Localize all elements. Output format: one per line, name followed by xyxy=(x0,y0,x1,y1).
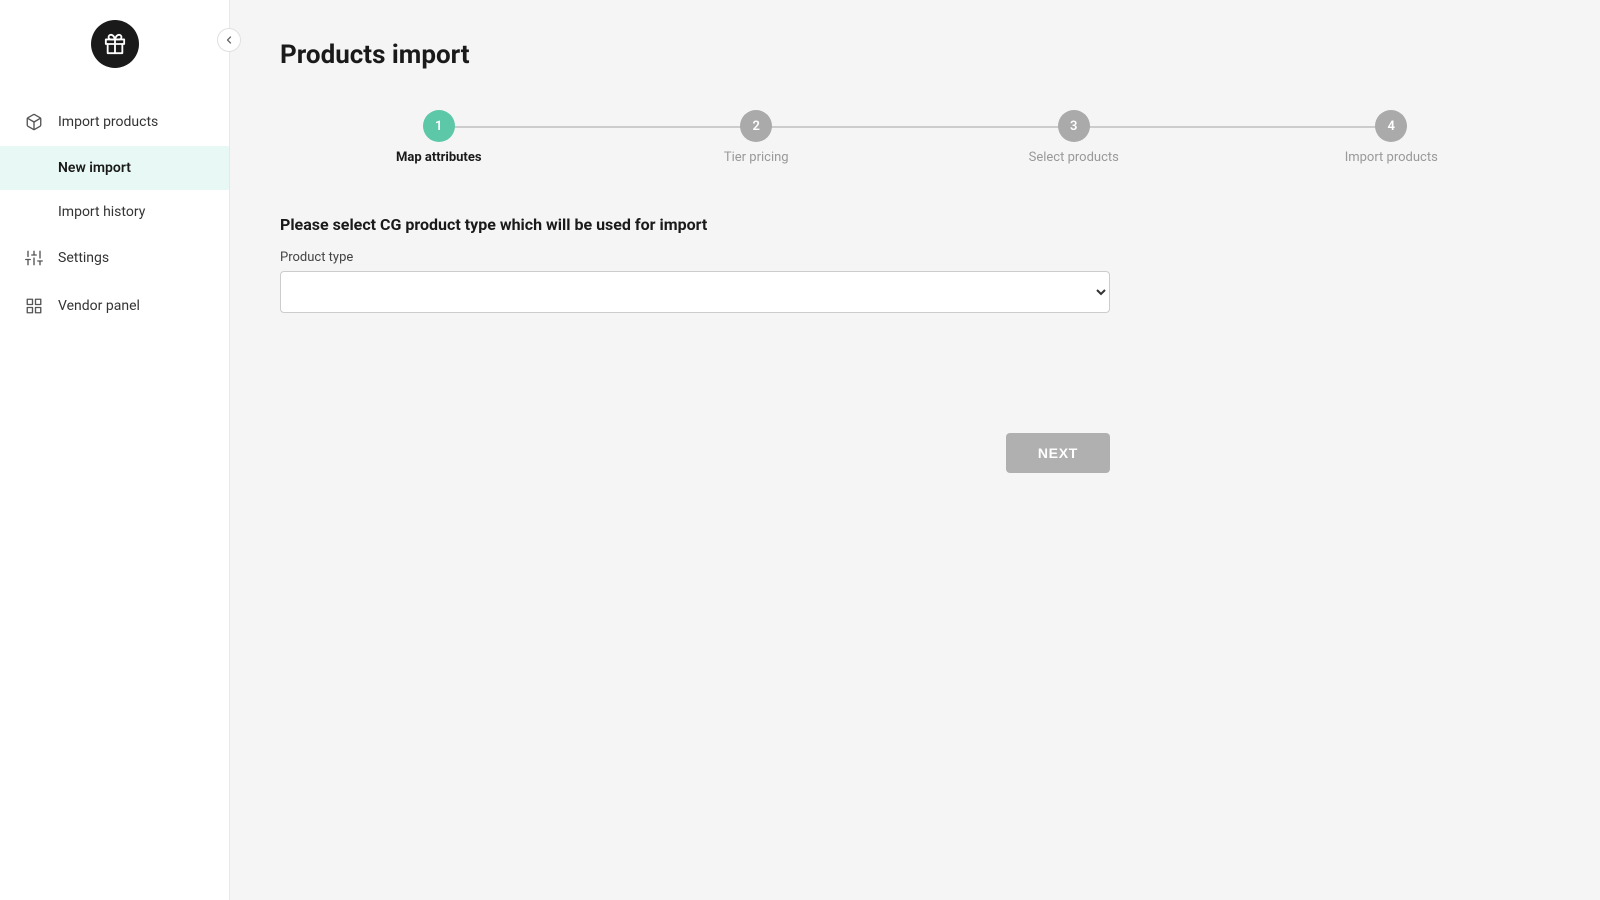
form-section: Please select CG product type which will… xyxy=(280,215,1550,313)
grid-icon xyxy=(24,296,44,316)
step-3-label: Select products xyxy=(1029,150,1119,165)
sidebar-logo xyxy=(0,0,229,88)
page-title: Products import xyxy=(280,40,1550,70)
sidebar-item-label: Import products xyxy=(58,114,158,130)
sidebar-item-label: Vendor panel xyxy=(58,298,140,314)
app-logo xyxy=(91,20,139,68)
sidebar-item-new-import[interactable]: New import xyxy=(0,146,229,190)
step-4: 4 Import products xyxy=(1233,110,1551,165)
step-3: 3 Select products xyxy=(915,110,1233,165)
sidebar-item-settings[interactable]: Settings xyxy=(0,234,229,282)
step-1-label: Map attributes xyxy=(396,150,482,165)
product-type-select[interactable] xyxy=(280,271,1110,313)
step-1-circle: 1 xyxy=(423,110,455,142)
sidebar: Import products New import Import histor… xyxy=(0,0,230,900)
sidebar-item-label: New import xyxy=(58,160,131,176)
form-heading: Please select CG product type which will… xyxy=(280,215,1550,234)
sidebar-item-import-history[interactable]: Import history xyxy=(0,190,229,234)
step-1: 1 Map attributes xyxy=(280,110,598,165)
step-2: 2 Tier pricing xyxy=(598,110,916,165)
sidebar-navigation: Import products New import Import histor… xyxy=(0,98,229,330)
sidebar-item-import-products[interactable]: Import products xyxy=(0,98,229,146)
sidebar-item-vendor-panel[interactable]: Vendor panel xyxy=(0,282,229,330)
sidebar-item-label: Settings xyxy=(58,250,109,266)
stepper: 1 Map attributes 2 Tier pricing 3 Select… xyxy=(280,110,1550,165)
step-4-label: Import products xyxy=(1345,150,1438,165)
sidebar-item-label: Import history xyxy=(58,204,145,220)
sidebar-collapse-button[interactable] xyxy=(217,28,241,52)
step-4-circle: 4 xyxy=(1375,110,1407,142)
step-3-circle: 3 xyxy=(1058,110,1090,142)
product-type-label: Product type xyxy=(280,250,1550,265)
bottom-actions: NEXT xyxy=(280,433,1110,473)
next-button[interactable]: NEXT xyxy=(1006,433,1110,473)
step-2-label: Tier pricing xyxy=(724,150,789,165)
main-content: Products import 1 Map attributes 2 Tier … xyxy=(230,0,1600,900)
package-icon xyxy=(24,112,44,132)
step-2-circle: 2 xyxy=(740,110,772,142)
sliders-icon xyxy=(24,248,44,268)
